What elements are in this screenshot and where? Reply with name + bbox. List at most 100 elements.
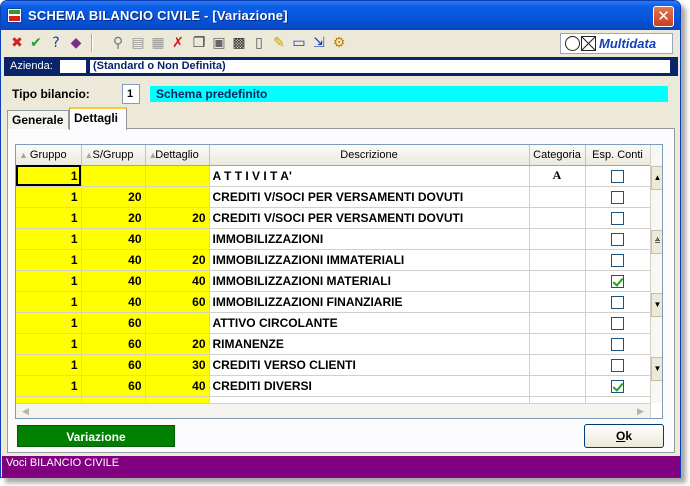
esp-conti-checkbox[interactable] bbox=[611, 190, 624, 204]
title-bar[interactable]: SCHEMA BILANCIO CIVILE - [Variazione] ✕ bbox=[1, 1, 680, 30]
gruppo-cell[interactable]: 1 bbox=[16, 228, 82, 250]
ok-button[interactable]: Ok bbox=[584, 424, 664, 448]
sgrupp-cell[interactable]: 60 bbox=[81, 333, 146, 355]
categoria-cell[interactable] bbox=[529, 312, 586, 334]
gruppo-cell[interactable]: 1 bbox=[16, 165, 82, 187]
sgrupp-cell[interactable]: 60 bbox=[81, 312, 146, 334]
copy-icon[interactable]: ❐ bbox=[190, 34, 208, 52]
dettaglio-cell[interactable] bbox=[145, 228, 210, 250]
sgrupp-cell[interactable] bbox=[81, 165, 146, 187]
binoculars-icon[interactable]: ⚲ bbox=[109, 34, 127, 52]
categoria-cell[interactable] bbox=[529, 186, 586, 208]
sgrupp-cell[interactable]: 40 bbox=[81, 291, 146, 313]
esp-conti-checkbox[interactable] bbox=[611, 358, 624, 372]
dettaglio-cell[interactable] bbox=[145, 186, 210, 208]
column-header-dettaglio[interactable]: ▲ Dettaglio bbox=[145, 145, 210, 166]
descrizione-cell[interactable]: CREDITI V/SOCI PER VERSAMENTI DOVUTI bbox=[209, 207, 530, 229]
scroll-down-icon[interactable]: ▼ bbox=[651, 357, 662, 381]
dettaglio-cell[interactable]: 20 bbox=[145, 249, 210, 271]
window-icon[interactable]: ▭ bbox=[290, 34, 308, 52]
categoria-cell[interactable] bbox=[529, 375, 586, 397]
print-icon[interactable]: ▦ bbox=[149, 34, 167, 52]
gruppo-cell[interactable]: 1 bbox=[16, 291, 82, 313]
categoria-cell[interactable] bbox=[529, 270, 586, 292]
tab-dettagli[interactable]: Dettagli bbox=[69, 107, 127, 130]
dettaglio-cell[interactable]: 20 bbox=[145, 333, 210, 355]
table-row[interactable]: 1 60 20 RIMANENZE bbox=[16, 333, 651, 355]
descrizione-cell[interactable]: ATTIVO CIRCOLANTE bbox=[209, 312, 530, 334]
new-document-icon[interactable]: ▯ bbox=[250, 34, 268, 52]
descrizione-cell[interactable]: IMMOBILIZZAZIONI FINANZIARIE bbox=[209, 291, 530, 313]
categoria-cell[interactable] bbox=[529, 207, 586, 229]
help-icon[interactable]: ? bbox=[47, 34, 65, 52]
esp-conti-checkbox[interactable] bbox=[611, 379, 624, 393]
sgrupp-cell[interactable]: 20 bbox=[81, 186, 146, 208]
vertical-scrollbar[interactable]: ▲ ≜ ▼ ▼ bbox=[650, 145, 662, 403]
dettaglio-cell[interactable]: 40 bbox=[145, 375, 210, 397]
gruppo-cell[interactable]: 1 bbox=[16, 270, 82, 292]
categoria-cell[interactable] bbox=[529, 228, 586, 250]
delete-icon[interactable]: ✗ bbox=[169, 34, 187, 52]
table-row[interactable]: 1 20 CREDITI V/SOCI PER VERSAMENTI DOVUTI bbox=[16, 186, 651, 208]
sgrupp-cell[interactable]: 60 bbox=[81, 354, 146, 376]
table-row[interactable]: 1 60 30 CREDITI VERSO CLIENTI bbox=[16, 354, 651, 376]
esp-conti-checkbox[interactable] bbox=[611, 316, 624, 330]
column-header-categoria[interactable]: Categoria bbox=[529, 145, 586, 166]
gruppo-cell[interactable]: 1 bbox=[16, 375, 82, 397]
descrizione-cell[interactable]: CREDITI V/SOCI PER VERSAMENTI DOVUTI bbox=[209, 186, 530, 208]
check-icon[interactable]: ✔ bbox=[27, 34, 45, 52]
gruppo-cell[interactable]: 1 bbox=[16, 207, 82, 229]
table-row[interactable]: 1 40 60 IMMOBILIZZAZIONI FINANZIARIE bbox=[16, 291, 651, 313]
horizontal-scrollbar[interactable]: ◀ ▶ bbox=[16, 403, 650, 418]
column-header-descrizione[interactable]: Descrizione bbox=[209, 145, 530, 166]
esp-conti-checkbox[interactable] bbox=[611, 295, 624, 309]
descrizione-cell[interactable]: IMMOBILIZZAZIONI bbox=[209, 228, 530, 250]
gruppo-cell[interactable]: 1 bbox=[16, 354, 82, 376]
scroll-top-icon[interactable]: ≜ bbox=[651, 230, 662, 254]
close-icon[interactable]: ✖ bbox=[8, 34, 26, 52]
tipo-bilancio-code-field[interactable]: 1 bbox=[122, 84, 140, 104]
esp-conti-checkbox[interactable] bbox=[611, 274, 624, 288]
gruppo-cell[interactable]: 1 bbox=[16, 186, 82, 208]
dettaglio-cell[interactable] bbox=[145, 312, 210, 334]
descrizione-cell[interactable]: RIMANENZE bbox=[209, 333, 530, 355]
descrizione-cell[interactable]: CREDITI VERSO CLIENTI bbox=[209, 354, 530, 376]
table-row[interactable]: 1 40 40 IMMOBILIZZAZIONI MATERIALI bbox=[16, 270, 651, 292]
azienda-code-field[interactable] bbox=[60, 60, 86, 73]
categoria-cell[interactable] bbox=[529, 354, 586, 376]
dettaglio-cell[interactable]: 20 bbox=[145, 207, 210, 229]
table-row[interactable]: 1 40 IMMOBILIZZAZIONI bbox=[16, 228, 651, 250]
calculator-icon[interactable]: ▩ bbox=[230, 34, 248, 52]
tab-generale[interactable]: Generale bbox=[7, 110, 69, 129]
esp-conti-checkbox[interactable] bbox=[611, 337, 624, 351]
scroll-bottom-icon[interactable]: ▼ bbox=[651, 293, 662, 317]
esp-conti-checkbox[interactable] bbox=[611, 232, 624, 246]
descrizione-cell[interactable]: IMMOBILIZZAZIONI MATERIALI bbox=[209, 270, 530, 292]
dettaglio-cell[interactable]: 60 bbox=[145, 291, 210, 313]
descrizione-cell[interactable]: CREDITI DIVERSI bbox=[209, 375, 530, 397]
categoria-cell[interactable] bbox=[529, 291, 586, 313]
paste-icon[interactable]: ▣ bbox=[210, 34, 228, 52]
table-row[interactable]: 1 20 20 CREDITI V/SOCI PER VERSAMENTI DOVUT… bbox=[16, 207, 651, 229]
column-header-esp-conti[interactable]: Esp. Conti bbox=[585, 145, 651, 166]
dettaglio-cell[interactable] bbox=[145, 165, 210, 187]
gruppo-cell[interactable]: 1 bbox=[16, 249, 82, 271]
categoria-cell[interactable] bbox=[529, 333, 586, 355]
scroll-up-icon[interactable]: ▲ bbox=[651, 166, 662, 190]
column-header-sgrupp[interactable]: ▲ S/Grupp bbox=[81, 145, 146, 166]
scroll-left-icon[interactable]: ◀ bbox=[18, 404, 33, 418]
sgrupp-cell[interactable]: 60 bbox=[81, 375, 146, 397]
dettaglio-cell[interactable]: 30 bbox=[145, 354, 210, 376]
table-row[interactable]: 1 60 ATTIVO CIRCOLANTE bbox=[16, 312, 651, 334]
column-header-gruppo[interactable]: ▲ Gruppo bbox=[16, 145, 82, 166]
esp-conti-checkbox[interactable] bbox=[611, 211, 624, 225]
edit-document-icon[interactable]: ✎ bbox=[270, 34, 288, 52]
sgrupp-cell[interactable]: 20 bbox=[81, 207, 146, 229]
settings-icon[interactable]: ⚙ bbox=[330, 34, 348, 52]
table-row[interactable]: 1 60 40 CREDITI DIVERSI bbox=[16, 375, 651, 397]
descrizione-cell[interactable]: IMMOBILIZZAZIONI IMMATERIALI bbox=[209, 249, 530, 271]
export-icon[interactable]: ⇲ bbox=[310, 34, 328, 52]
sgrupp-cell[interactable]: 40 bbox=[81, 249, 146, 271]
close-window-button[interactable]: ✕ bbox=[653, 6, 674, 27]
categoria-cell[interactable] bbox=[529, 249, 586, 271]
